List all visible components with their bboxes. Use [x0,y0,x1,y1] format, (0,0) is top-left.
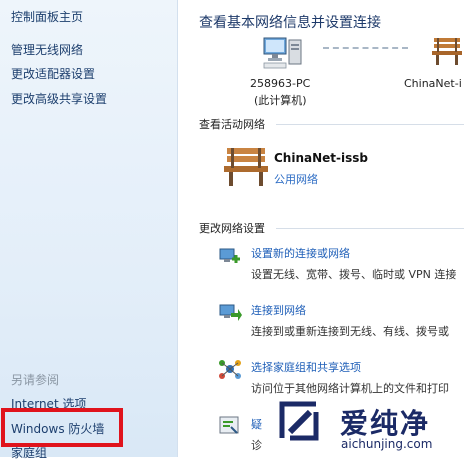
network-type-link[interactable]: 公用网络 [274,171,318,187]
watermark-logo [278,400,320,442]
page-title: 查看基本网络信息并设置连接 [199,15,381,31]
troubleshoot-desc: 诊 [251,439,262,452]
change-settings-rule [276,228,464,229]
bench-network-icon [432,38,462,65]
setup-connection-link[interactable]: 设置新的连接或网络 [251,245,350,261]
computer-icon [263,37,302,69]
computer-sub: (此计算机) [254,94,307,107]
computer-name: 258963-PC [250,77,311,90]
homegroup-sharing-desc: 访问位于其他网络计算机上的文件和打印 [251,382,449,395]
change-adapter-link[interactable]: 更改适配器设置 [11,65,95,82]
map-network-name: ChinaNet-i [404,77,462,90]
homegroup-icon [219,360,241,379]
change-settings-label: 更改网络设置 [199,222,265,235]
left-nav-pane: 控制面板主页 管理无线网络 更改适配器设置 更改高级共享设置 另请参阅 Inte… [0,0,178,460]
see-also-label: 另请参阅 [11,373,60,387]
active-network-name: ChinaNet-issb [274,151,368,165]
advanced-sharing-link[interactable]: 更改高级共享设置 [11,90,107,107]
watermark-url: aichunjing.com [341,437,433,451]
active-networks-rule [276,124,464,125]
troubleshoot-icon [219,416,239,434]
connection-line [323,47,408,49]
bench-icon [224,148,268,186]
main-content: 查看基本网络信息并设置连接 258963-PC (此计算机) ChinaNet-… [178,0,464,457]
watermark-text: 爱纯净 [340,407,431,440]
firewall-highlight-box [1,408,123,447]
new-connection-icon [219,248,240,263]
connect-to-network-link[interactable]: 连接到网络 [251,302,306,318]
connect-to-network-desc: 连接到或重新连接到无线、有线、拨号或 [251,325,449,338]
homegroup-sharing-link[interactable]: 选择家庭组和共享选项 [251,359,361,375]
connect-network-icon [219,304,242,321]
troubleshoot-link[interactable]: 疑 [251,416,262,432]
control-panel-home-link[interactable]: 控制面板主页 [11,8,83,25]
manage-wireless-link[interactable]: 管理无线网络 [11,41,83,58]
active-networks-label: 查看活动网络 [199,118,265,131]
setup-connection-desc: 设置无线、宽带、拨号、临时或 VPN 连接 [251,268,457,281]
